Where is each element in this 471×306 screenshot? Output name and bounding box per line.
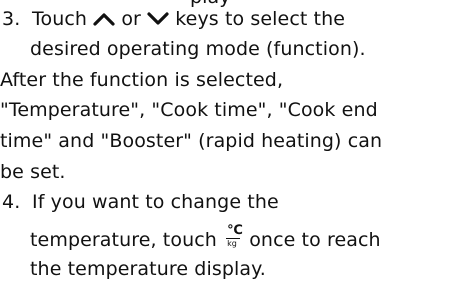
temperature-symbol: ℃ (227, 223, 243, 238)
paragraph-line-2: "Temperature", "Cook time", "Cook end (0, 99, 378, 121)
chevron-up-icon (93, 7, 115, 33)
paragraph-line-4: be set. (0, 161, 66, 183)
step-3-text-b: keys to select the (175, 8, 346, 30)
step-4-line-1: 4. If you want to change the (2, 189, 279, 215)
weight-symbol: kg (227, 239, 237, 248)
step-4-line-3: the temperature display. (30, 258, 266, 280)
paragraph-line-1: After the function is selected, (0, 69, 284, 91)
step-4-text: If you want to change the (32, 191, 279, 213)
step-4-text-a: temperature, touch (30, 229, 217, 251)
temperature-weight-icon: ℃ kg (225, 223, 243, 250)
step-3-number: 3. (2, 8, 21, 30)
step-4-text-b: once to reach (249, 229, 381, 251)
step-3-text-a: Touch (32, 8, 88, 30)
paragraph-line-3: time" and "Booster" (rapid heating) can (0, 130, 383, 152)
chevron-down-icon (147, 7, 169, 33)
step-3-line-1: 3. Touch or keys to select the (2, 6, 345, 33)
step-3-or: or (121, 8, 141, 30)
step-3-line-2: desired operating mode (function). (30, 38, 366, 60)
step-4-number: 4. (2, 191, 21, 213)
step-4-line-2: temperature, touch ℃ kg once to reach (30, 224, 381, 253)
